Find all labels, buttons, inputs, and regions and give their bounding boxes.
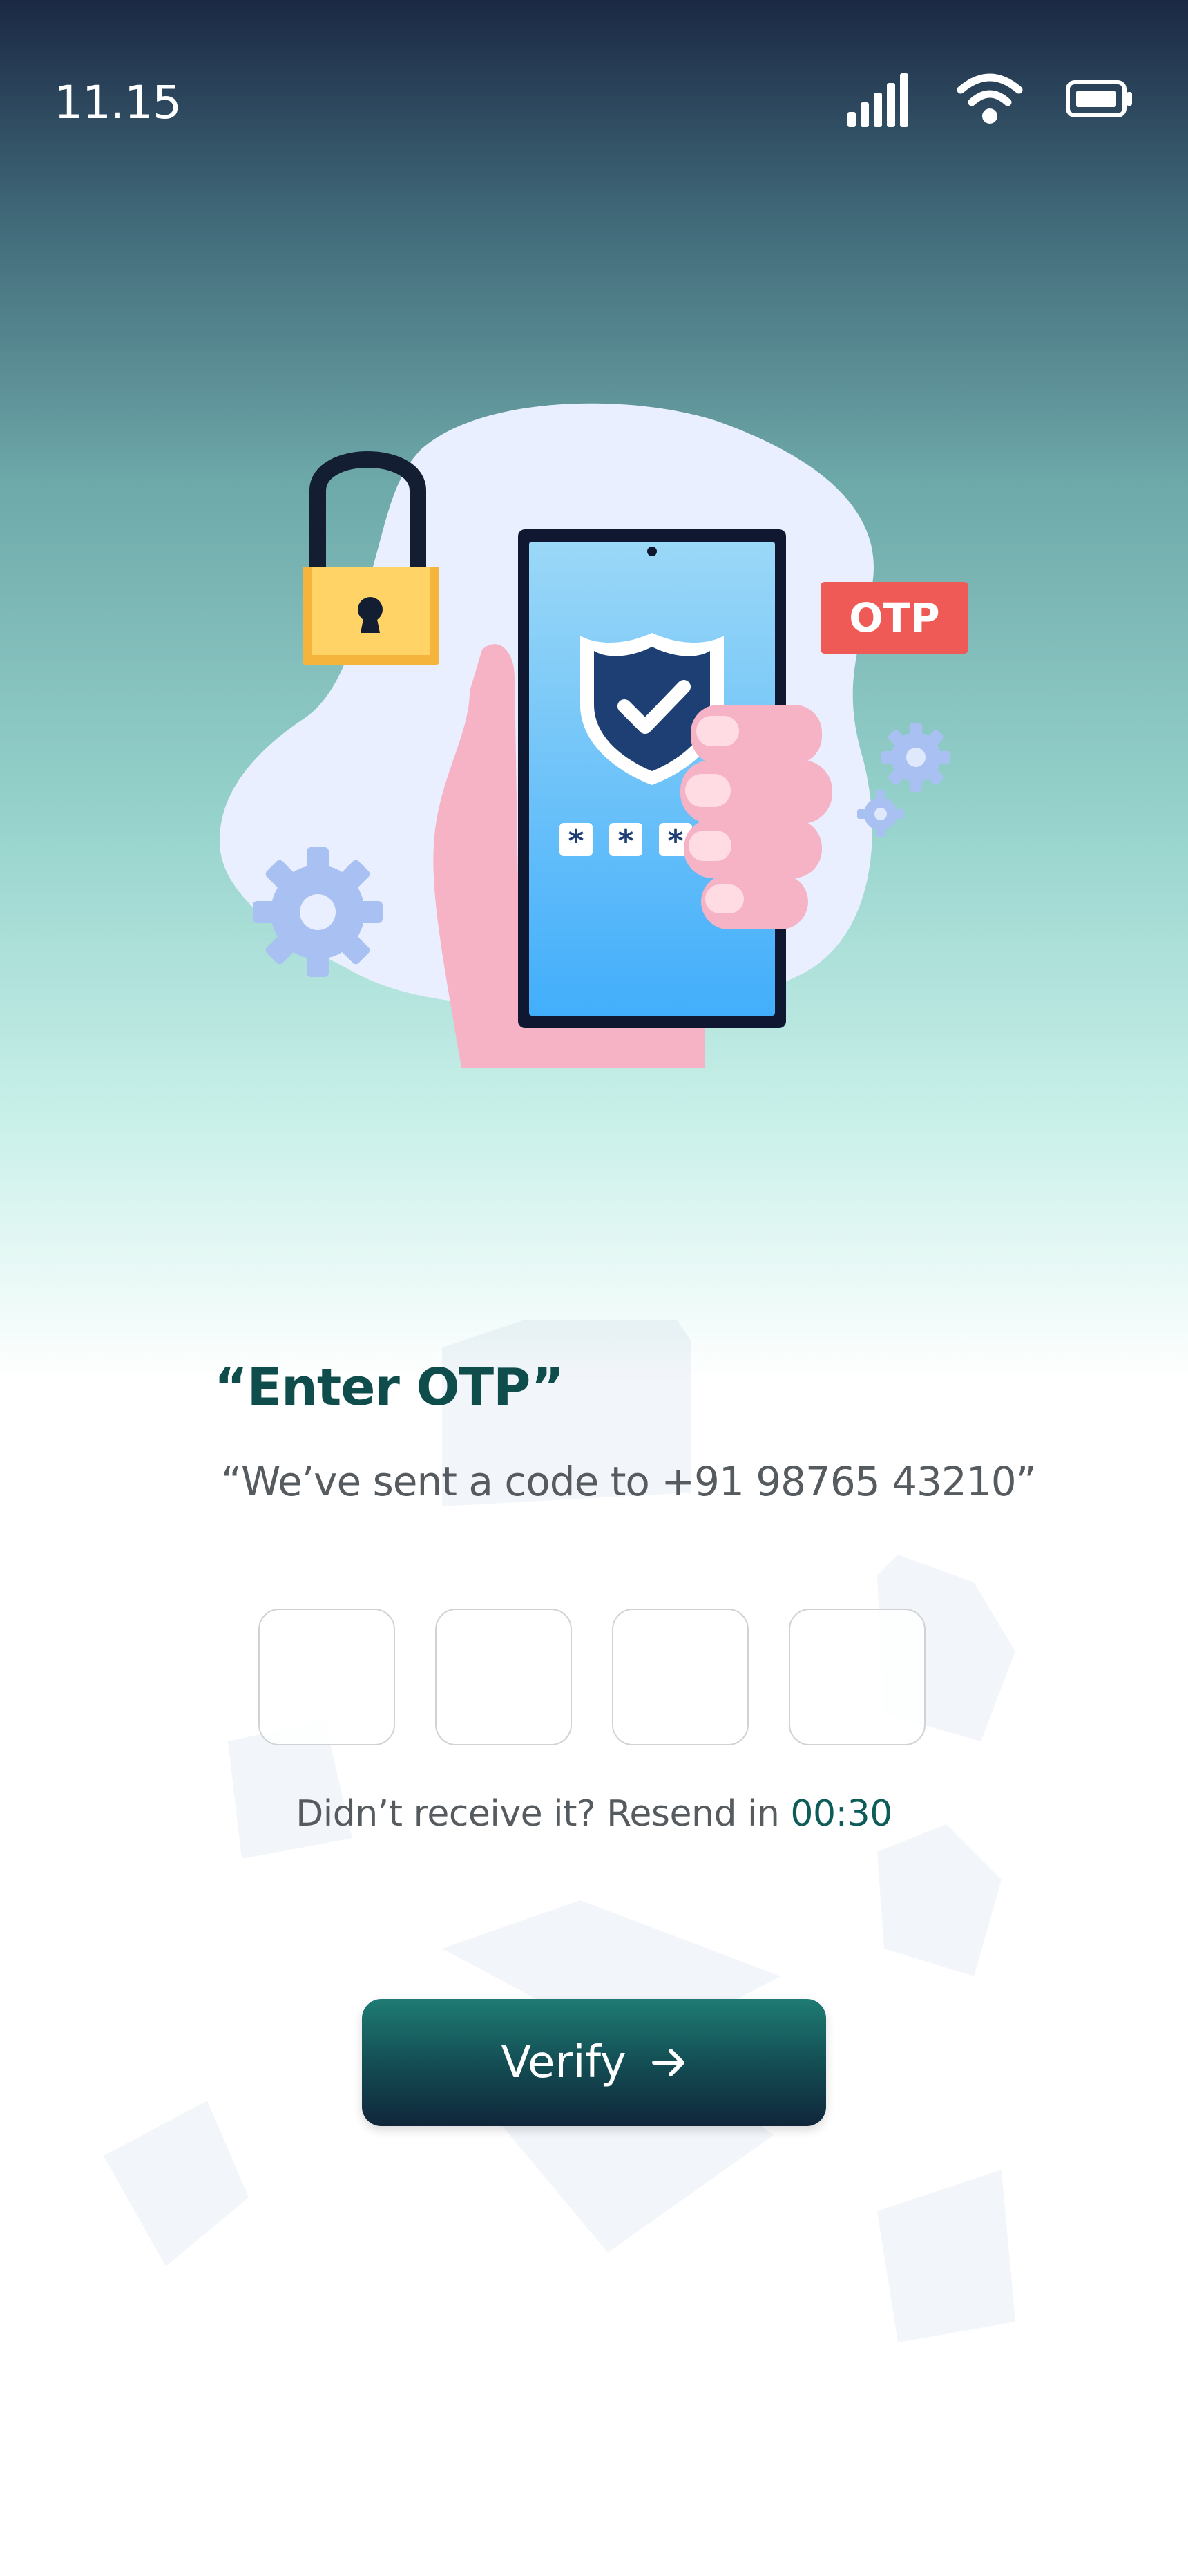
battery-icon [1066,80,1132,117]
resend-row: Didn’t receive it? Resend in 00:30 [0,1793,1188,1835]
status-time: 11.15 [54,76,182,129]
resend-timer[interactable]: 00:30 [790,1793,892,1835]
mask-char-3: * [667,824,683,859]
otp-input-group [258,1609,930,1748]
arrow-right-icon [651,2049,684,2076]
otp-illustration: * * * OTP [219,403,968,1068]
mask-char-1: * [568,824,584,859]
padlock-icon [303,451,439,665]
otp-digit-3[interactable] [612,1609,749,1745]
mask-char-2: * [617,824,633,859]
status-icons [846,68,1136,130]
otp-digit-2[interactable] [435,1609,572,1745]
verify-button-label: Verify [501,2037,626,2088]
verify-button[interactable]: Verify [362,1999,826,2126]
otp-badge: OTP [821,582,968,654]
signal-icon [847,73,908,127]
otp-digit-1[interactable] [258,1609,395,1745]
otp-screen: 11.15 * * * OTP “Enter OTP” “We’ve sent … [0,0,1188,2576]
page-title: “Enter OTP” [214,1358,564,1417]
resend-text: Didn’t receive it? Resend in [296,1793,780,1835]
otp-sent-message: “We’ve sent a code to +91 98765 43210” [221,1458,1037,1505]
otp-digit-4[interactable] [789,1609,926,1745]
masked-code: * * * [559,823,692,859]
otp-badge-text: OTP [849,594,939,641]
wifi-icon [957,73,1023,124]
